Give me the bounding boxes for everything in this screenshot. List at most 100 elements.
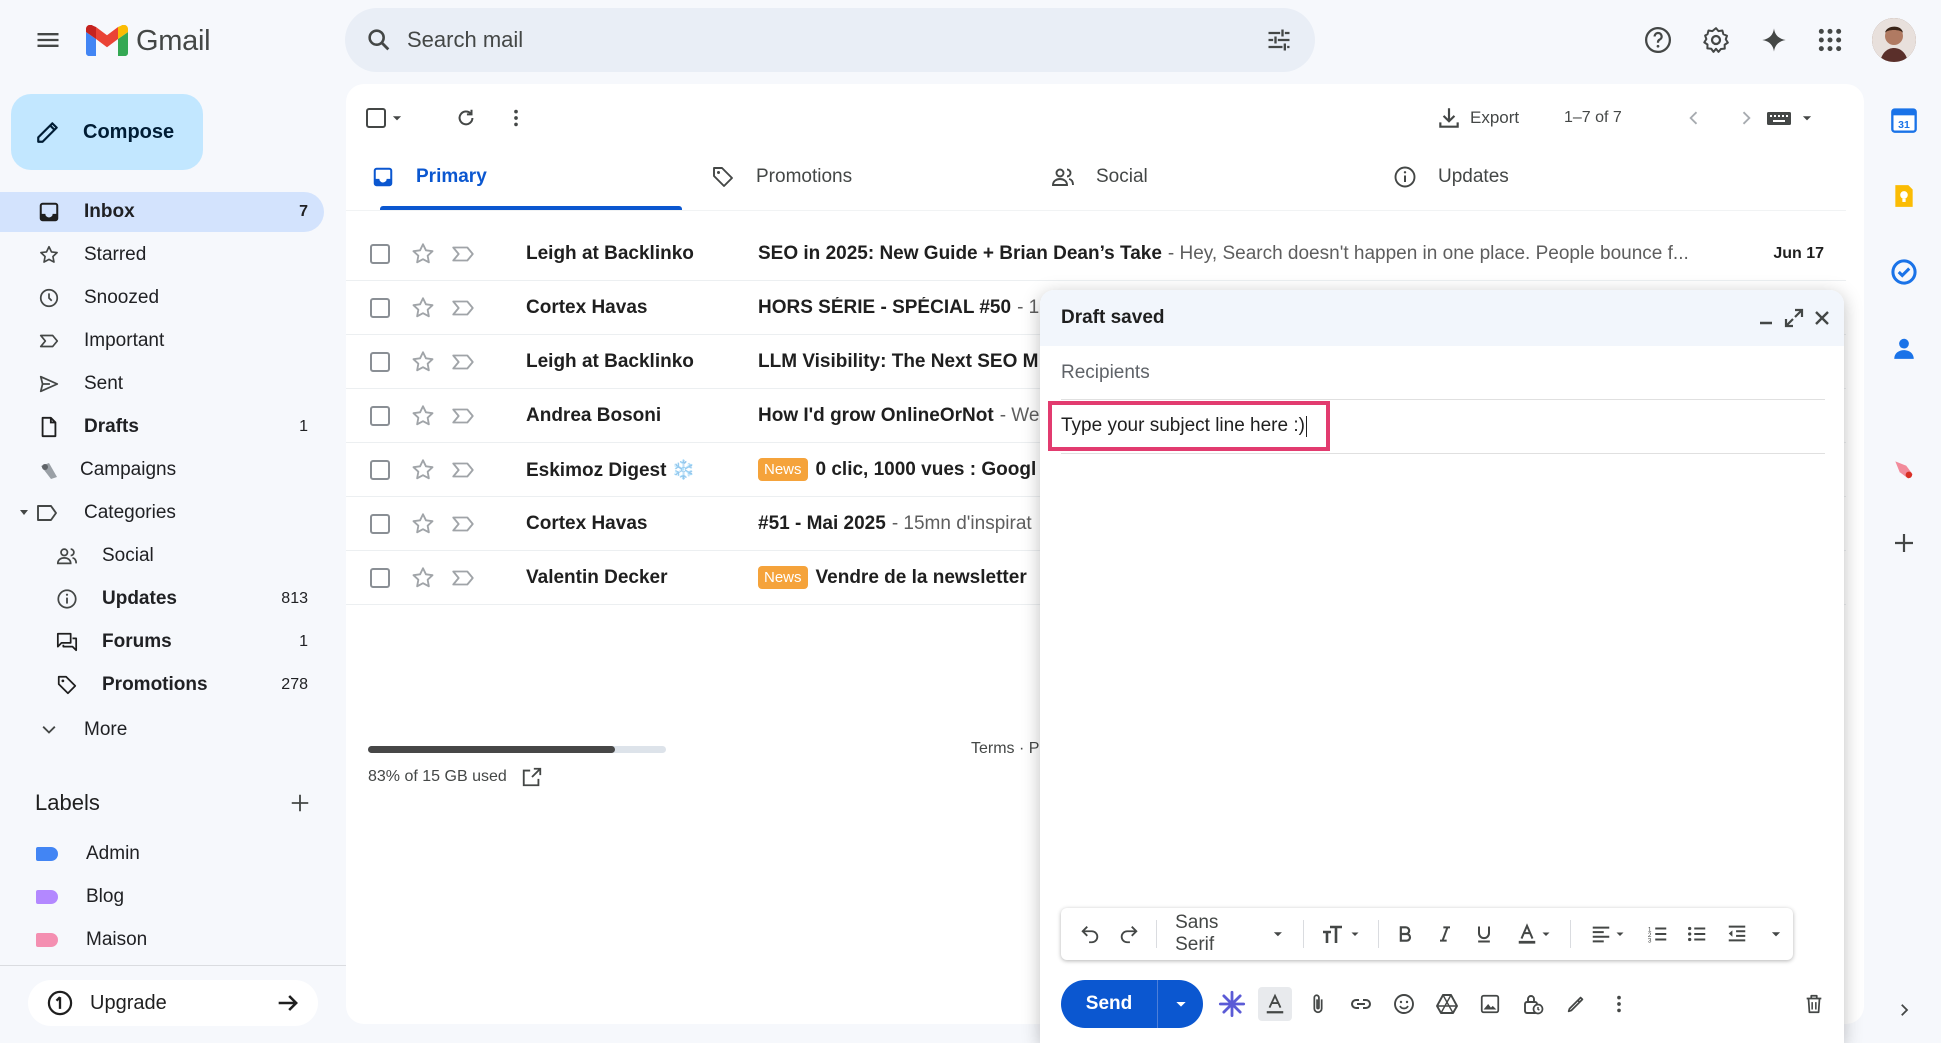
label-item-admin[interactable]: Admin [0,834,324,874]
indent-less-button[interactable] [1720,917,1754,951]
row-checkbox[interactable] [370,568,390,588]
font-size-button[interactable] [1314,917,1367,951]
recipients-field[interactable]: Recipients [1061,346,1825,400]
extension-app-button[interactable] [1884,450,1924,490]
search-input[interactable] [405,20,1245,60]
sidebar-item-social[interactable]: Social [0,536,324,576]
sidebar-item-forums[interactable]: Forums 1 [0,622,324,662]
help-button[interactable] [1636,18,1680,62]
row-checkbox[interactable] [370,460,390,480]
sidebar-item-starred[interactable]: Starred [0,235,324,275]
email-row[interactable]: Leigh at Backlinko SEO in 2025: New Guid… [346,227,1846,281]
important-marker-icon[interactable] [450,457,476,483]
upgrade-button[interactable]: Upgrade [28,980,318,1026]
attach-button[interactable] [1301,987,1335,1021]
contacts-app-button[interactable] [1884,328,1924,368]
previous-page-button[interactable] [1674,98,1714,138]
tab-updates[interactable]: Updates [1390,144,1509,210]
settings-button[interactable] [1694,18,1738,62]
row-checkbox[interactable] [370,352,390,372]
subject-field[interactable]: Type your subject line here :) [1048,401,1330,451]
search-bar[interactable] [345,8,1315,72]
sidebar-item-campaigns[interactable]: Campaigns [0,450,324,490]
row-checkbox[interactable] [370,406,390,426]
undo-button[interactable] [1073,917,1107,951]
compose-button[interactable]: Compose [11,94,203,170]
main-menu-button[interactable] [24,16,72,64]
export-button[interactable]: Export [1436,98,1536,138]
important-marker-icon[interactable] [450,403,476,429]
google-apps-button[interactable] [1808,18,1852,62]
tab-social[interactable]: Social [1048,144,1148,210]
tab-promotions[interactable]: Promotions [708,144,852,210]
discard-draft-button[interactable] [1797,987,1831,1021]
expand-icon[interactable] [1782,306,1806,330]
search-icon[interactable] [359,20,399,60]
open-in-new-icon[interactable] [521,766,543,788]
sidebar-item-drafts[interactable]: Drafts 1 [0,407,324,447]
terms-link[interactable]: Terms · P [971,740,1039,758]
compose-header[interactable]: Draft saved [1040,290,1844,346]
text-color-button[interactable] [1507,917,1560,951]
star-icon[interactable] [410,457,436,483]
more-formatting-button[interactable] [1759,917,1793,951]
bold-button[interactable] [1389,917,1423,951]
star-icon[interactable] [410,403,436,429]
sidebar-item-important[interactable]: Important [0,321,324,361]
row-checkbox[interactable] [370,514,390,534]
input-tools-button[interactable] [1766,98,1836,138]
next-page-button[interactable] [1726,98,1766,138]
account-avatar[interactable] [1872,18,1916,62]
gmail-logo[interactable]: Gmail [86,18,211,64]
send-options-button[interactable] [1157,980,1203,1028]
send-button[interactable]: Send [1061,980,1203,1028]
ai-assist-button[interactable] [1215,987,1249,1021]
sidebar-item-snoozed[interactable]: Snoozed [0,278,324,318]
italic-button[interactable] [1428,917,1462,951]
add-label-button[interactable] [282,785,318,821]
more-actions-button[interactable] [496,98,536,138]
star-icon[interactable] [410,565,436,591]
formatting-options-button[interactable] [1258,987,1292,1021]
tab-primary[interactable]: Primary [368,144,682,210]
more-options-button[interactable] [1602,987,1636,1021]
numbered-list-button[interactable]: 123 [1641,917,1675,951]
search-options-icon[interactable] [1259,20,1299,60]
align-button[interactable] [1581,917,1634,951]
get-addons-button[interactable] [1884,523,1924,563]
insert-link-button[interactable] [1344,987,1378,1021]
star-icon[interactable] [410,295,436,321]
star-icon[interactable] [410,511,436,537]
font-select[interactable]: Sans Serif [1167,912,1293,956]
tasks-app-button[interactable] [1884,252,1924,292]
show-side-panel-button[interactable] [1884,990,1924,1030]
close-icon[interactable] [1810,306,1834,330]
minimize-icon[interactable] [1754,306,1778,330]
drive-button[interactable] [1430,987,1464,1021]
sidebar-item-categories[interactable]: Categories [0,493,324,533]
star-icon[interactable] [410,241,436,267]
refresh-button[interactable] [446,98,486,138]
row-checkbox[interactable] [370,298,390,318]
confidential-mode-button[interactable] [1516,987,1550,1021]
label-item-blog[interactable]: Blog [0,877,324,917]
emoji-button[interactable] [1387,987,1421,1021]
underline-button[interactable] [1468,917,1502,951]
row-checkbox[interactable] [370,244,390,264]
important-marker-icon[interactable] [450,511,476,537]
signature-button[interactable] [1559,987,1593,1021]
redo-button[interactable] [1113,917,1147,951]
keep-app-button[interactable] [1884,176,1924,216]
select-all-checkbox[interactable] [366,98,416,138]
sidebar-item-sent[interactable]: Sent [0,364,324,404]
bulleted-list-button[interactable] [1680,917,1714,951]
important-marker-icon[interactable] [450,295,476,321]
important-marker-icon[interactable] [450,565,476,591]
important-marker-icon[interactable] [450,349,476,375]
label-item-maison[interactable]: Maison [0,920,324,960]
star-icon[interactable] [410,349,436,375]
sidebar-item-updates[interactable]: Updates 813 [0,579,324,619]
insert-photo-button[interactable] [1473,987,1507,1021]
sidebar-item-inbox[interactable]: Inbox 7 [0,192,324,232]
important-marker-icon[interactable] [450,241,476,267]
